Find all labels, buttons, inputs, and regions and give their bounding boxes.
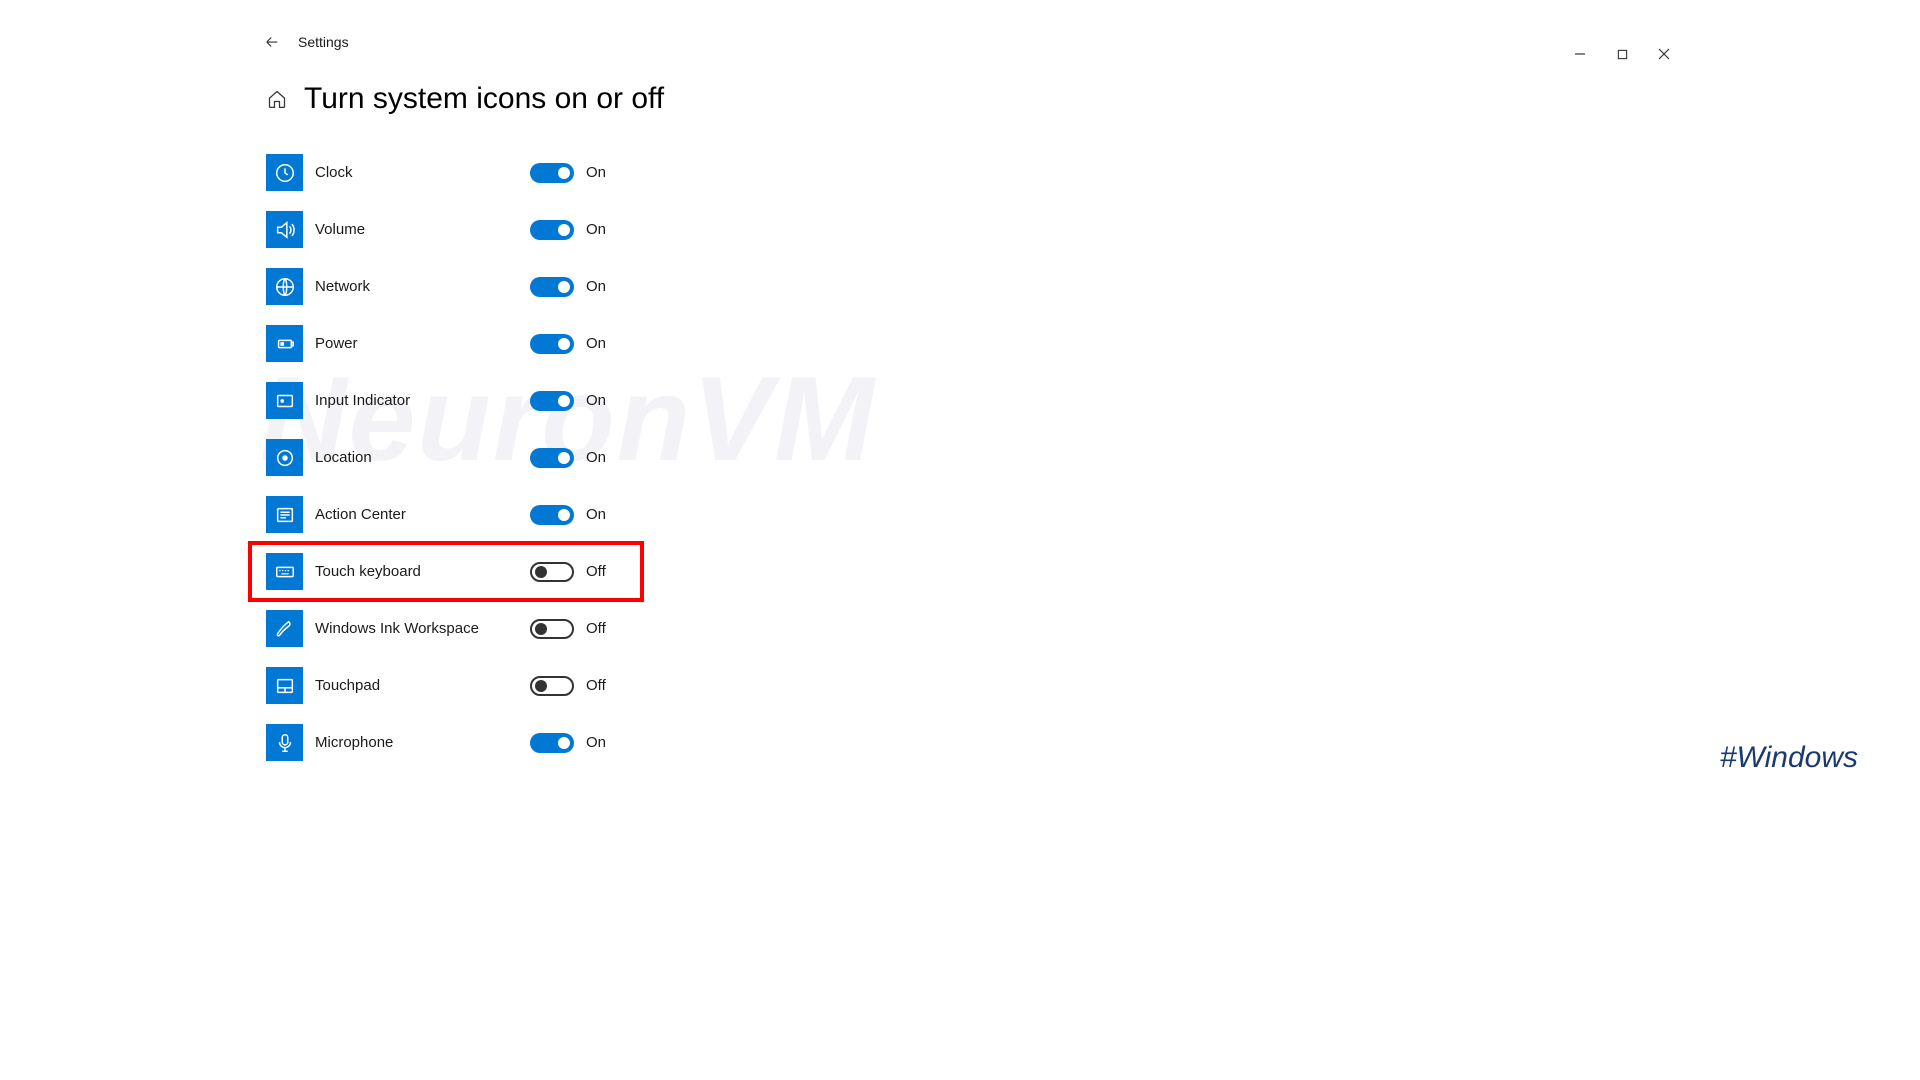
setting-label: Network [315, 278, 530, 295]
keyboard-icon [266, 553, 303, 590]
toggle-state-label: On [586, 392, 606, 409]
toggle-action-center[interactable] [530, 505, 574, 525]
location-icon [266, 439, 303, 476]
setting-row-action-center: Action Center On [266, 486, 1920, 543]
clock-icon [266, 154, 303, 191]
hashtag: #Windows [1720, 741, 1858, 775]
mic-icon [266, 724, 303, 761]
setting-row-clock: Clock On [266, 144, 1920, 201]
minimize-button[interactable] [1570, 44, 1590, 64]
settings-list: ClockOnVolumeOnNetworkOnPowerOnInput Ind… [0, 144, 1920, 771]
toggle-network[interactable] [530, 277, 574, 297]
volume-icon [266, 211, 303, 248]
toggle-knob [558, 395, 570, 407]
toggle-microphone[interactable] [530, 733, 574, 753]
toggle-state-label: On [586, 335, 606, 352]
toggle-state-label: On [586, 164, 606, 181]
network-icon [266, 268, 303, 305]
input-icon [266, 382, 303, 419]
close-icon [1658, 48, 1670, 60]
setting-row-microphone: Microphone On [266, 714, 1920, 771]
setting-label: Windows Ink Workspace [315, 620, 530, 637]
toggle-windows-ink-workspace[interactable] [530, 619, 574, 639]
setting-row-volume: Volume On [266, 201, 1920, 258]
toggle-knob [558, 224, 570, 236]
toggle-state-label: On [586, 506, 606, 523]
toggle-location[interactable] [530, 448, 574, 468]
toggle-clock[interactable] [530, 163, 574, 183]
minimize-icon [1574, 48, 1586, 60]
maximize-button[interactable] [1612, 44, 1632, 64]
setting-row-windows-ink-workspace: Windows Ink Workspace Off [266, 600, 1920, 657]
toggle-knob [535, 566, 547, 578]
toggle-state-label: On [586, 278, 606, 295]
toggle-volume[interactable] [530, 220, 574, 240]
toggle-input-indicator[interactable] [530, 391, 574, 411]
toggle-state-label: On [586, 221, 606, 238]
toggle-knob [558, 737, 570, 749]
toggle-state-label: On [586, 449, 606, 466]
setting-row-network: Network On [266, 258, 1920, 315]
setting-row-power: Power On [266, 315, 1920, 372]
home-icon [267, 89, 287, 109]
toggle-touchpad[interactable] [530, 676, 574, 696]
toggle-knob [535, 623, 547, 635]
setting-row-input-indicator: Input Indicator On [266, 372, 1920, 429]
toggle-knob [558, 452, 570, 464]
back-button[interactable] [260, 30, 284, 54]
ink-icon [266, 610, 303, 647]
toggle-knob [558, 338, 570, 350]
toggle-state-label: On [586, 734, 606, 751]
window-controls [1570, 44, 1674, 64]
toggle-touch-keyboard[interactable] [530, 562, 574, 582]
page-header: Turn system icons on or off [0, 82, 1920, 116]
toggle-knob [558, 167, 570, 179]
close-button[interactable] [1654, 44, 1674, 64]
toggle-knob [558, 281, 570, 293]
setting-label: Power [315, 335, 530, 352]
setting-row-touchpad: Touchpad Off [266, 657, 1920, 714]
maximize-icon [1617, 49, 1628, 60]
toggle-knob [558, 509, 570, 521]
setting-label: Touchpad [315, 677, 530, 694]
setting-label: Location [315, 449, 530, 466]
toggle-state-label: Off [586, 677, 606, 694]
setting-row-touch-keyboard: Touch keyboard Off [250, 543, 642, 600]
arrow-left-icon [263, 33, 281, 51]
toggle-power[interactable] [530, 334, 574, 354]
setting-label: Touch keyboard [315, 563, 530, 580]
toggle-state-label: Off [586, 620, 606, 637]
setting-label: Clock [315, 164, 530, 181]
toggle-state-label: Off [586, 563, 606, 580]
setting-label: Microphone [315, 734, 530, 751]
home-button[interactable] [264, 86, 290, 112]
setting-label: Volume [315, 221, 530, 238]
power-icon [266, 325, 303, 362]
toggle-knob [535, 680, 547, 692]
setting-label: Action Center [315, 506, 530, 523]
page-title: Turn system icons on or off [304, 82, 664, 116]
touchpad-icon [266, 667, 303, 704]
action-icon [266, 496, 303, 533]
setting-row-location: Location On [266, 429, 1920, 486]
setting-label: Input Indicator [315, 392, 530, 409]
app-title: Settings [298, 34, 349, 50]
